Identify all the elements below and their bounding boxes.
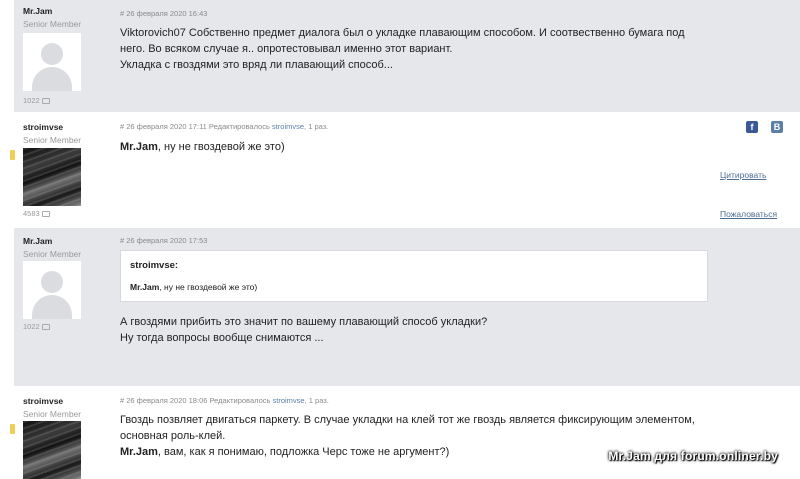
editor-link[interactable]: stroimvse xyxy=(272,122,304,131)
text-line: Гвоздь позвляет двигаться паркету. В слу… xyxy=(120,414,695,426)
post-date: # 26 февраля 2020 17:53 xyxy=(120,236,208,245)
post-count: 1022 xyxy=(23,322,50,331)
text-line: А гвоздями прибить это значит по вашему … xyxy=(120,316,488,328)
quote-text: Mr.Jam, ну не гвоздевой же это) xyxy=(130,282,258,292)
vk-share-icon[interactable]: В xyxy=(771,121,783,133)
author-name[interactable]: stroimvse xyxy=(23,122,98,132)
quote-block: stroimvse: Mr.Jam, ну не гвоздевой же эт… xyxy=(120,250,708,302)
post-date: # 26 февраля 2020 17:11 Редактировалось xyxy=(120,122,270,131)
message-icon xyxy=(41,324,50,331)
author-name[interactable]: Mr.Jam xyxy=(23,6,98,16)
avatar[interactable] xyxy=(23,421,81,479)
post-author: stroimvse Senior Member xyxy=(23,396,98,419)
post-meta: # 26 февраля 2020 16:43 xyxy=(120,9,207,18)
author-rank: Senior Member xyxy=(23,19,82,29)
post: Mr.Jam Senior Member 1022 # 26 февраля 2… xyxy=(14,228,800,386)
mention[interactable]: Mr.Jam xyxy=(120,141,158,153)
text-line: Ну тогда вопросы вообще снимаются ... xyxy=(120,332,324,344)
facebook-share-icon[interactable]: f xyxy=(746,121,758,133)
editor-link[interactable]: stroimvse xyxy=(273,396,305,405)
post-date: # 26 февраля 2020 18:06 Редактировалось xyxy=(120,396,271,405)
post-author: Mr.Jam Senior Member xyxy=(23,6,98,29)
mention[interactable]: Mr.Jam xyxy=(130,282,159,292)
watermark: Mr.Jam для forum.onliner.by xyxy=(608,449,778,463)
edit-count: , 1 раз. xyxy=(304,396,329,405)
post-count: 4583 xyxy=(23,209,50,218)
post-meta: # 26 февраля 2020 17:11 Редактировалось … xyxy=(120,122,328,131)
post-count: 1022 xyxy=(23,96,50,105)
post-date: # 26 февраля 2020 16:43 xyxy=(120,9,208,18)
message-icon xyxy=(41,98,50,105)
new-post-marker xyxy=(10,150,15,160)
author-name[interactable]: Mr.Jam xyxy=(23,236,98,246)
post: Mr.Jam Senior Member 1022 # 26 февраля 2… xyxy=(14,0,800,112)
mention[interactable]: Mr.Jam xyxy=(120,446,158,458)
author-rank: Senior Member xyxy=(23,135,82,145)
post-body: Mr.Jam, ну не гвоздевой же это) xyxy=(120,139,720,155)
avatar[interactable] xyxy=(23,148,81,206)
text-line: него. Во всяком случае я.. опротестовыва… xyxy=(120,43,453,55)
text-line: , ну не гвоздевой же это) xyxy=(157,141,285,153)
twitter-share-icon[interactable]: t xyxy=(796,121,800,133)
new-post-marker xyxy=(10,424,15,434)
post-author: stroimvse Senior Member xyxy=(23,122,98,145)
author-rank: Senior Member xyxy=(23,409,82,419)
post-body: А гвоздями прибить это значит по вашему … xyxy=(120,314,720,346)
text-line: основная роль-клей. xyxy=(120,430,226,442)
author-name[interactable]: stroimvse xyxy=(23,396,98,406)
edit-count: , 1 раз. xyxy=(304,122,329,131)
message-icon xyxy=(41,211,50,218)
post-author: Mr.Jam Senior Member xyxy=(23,236,98,259)
post-body: Viktorovich07 Собственно предмет диалога… xyxy=(120,25,720,73)
post: stroimvse Senior Member # 26 февраля 202… xyxy=(10,386,800,479)
author-rank: Senior Member xyxy=(23,249,82,259)
post: stroimvse Senior Member 4583 # 26 феврал… xyxy=(10,112,800,228)
post-meta: # 26 февраля 2020 18:06 Редактировалось … xyxy=(120,396,329,405)
text-line: Viktorovich07 Собственно предмет диалога… xyxy=(120,27,685,39)
report-button[interactable]: Пожаловаться xyxy=(720,209,777,219)
text-line: Укладка с гвоздями это вряд ли плавающий… xyxy=(120,59,393,71)
post-meta: # 26 февраля 2020 17:53 xyxy=(120,236,207,245)
quote-button[interactable]: Цитировать xyxy=(720,170,766,180)
avatar[interactable] xyxy=(23,261,81,319)
quote-author: stroimvse: xyxy=(130,260,179,271)
avatar[interactable] xyxy=(23,33,81,91)
